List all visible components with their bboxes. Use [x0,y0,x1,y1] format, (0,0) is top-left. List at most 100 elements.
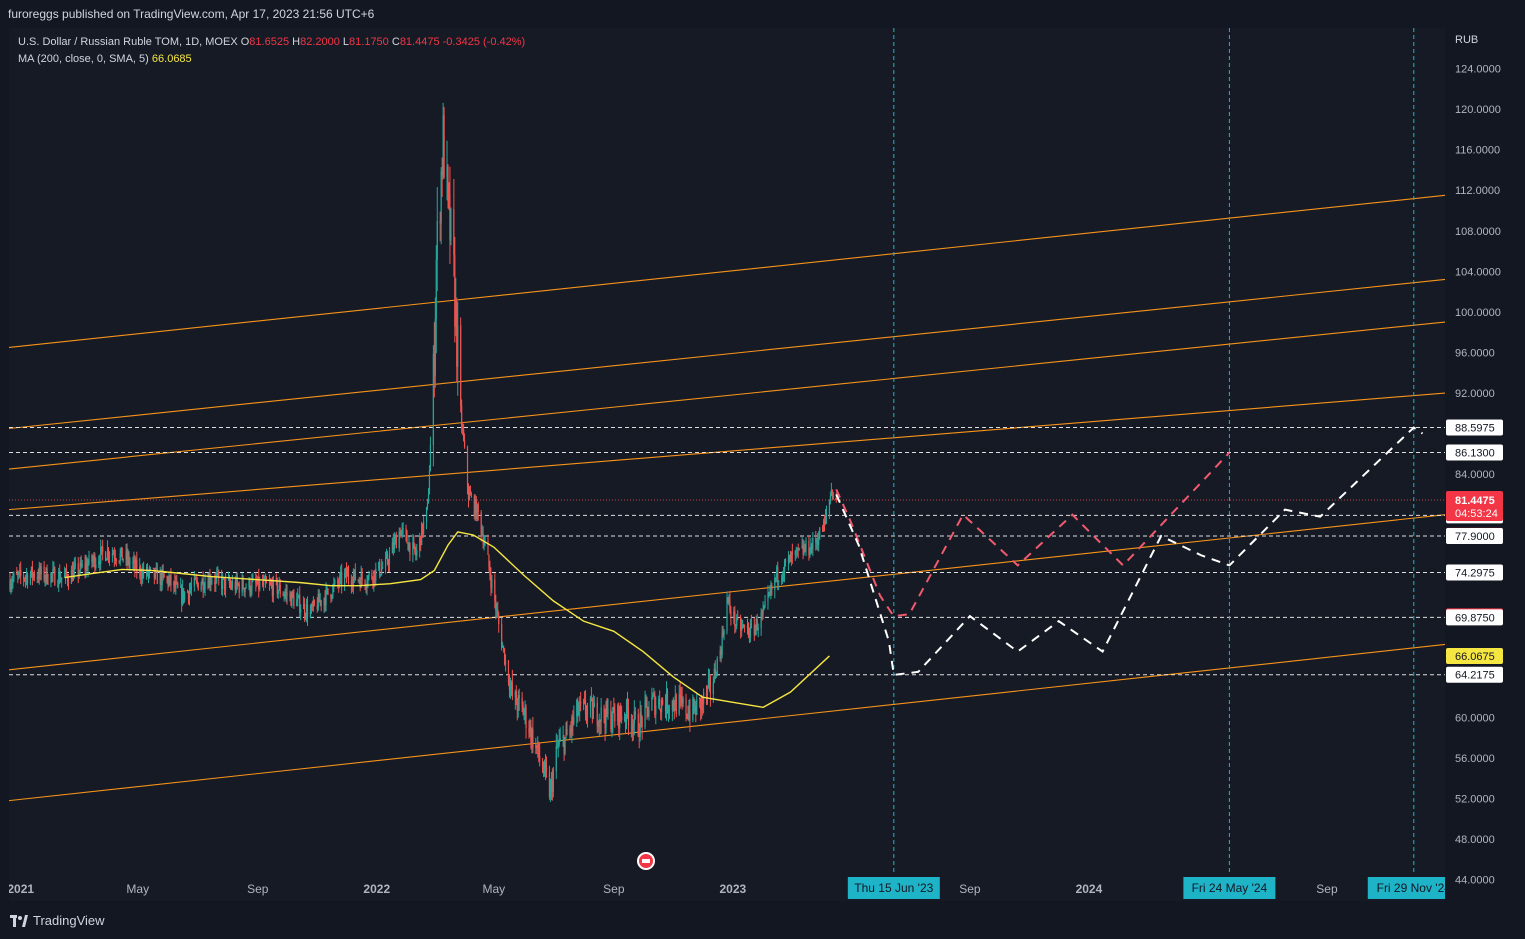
price-chart-canvas[interactable] [9,28,1445,900]
candle-body-10 [23,575,25,579]
us-flag-event-icon[interactable] [637,852,655,870]
candle-body-354 [491,579,493,588]
candle-body-428 [592,706,594,719]
candle-body-484 [668,709,671,711]
open-label: O [240,36,250,48]
candle-body-12 [24,577,27,580]
candle-body-81 [119,553,121,562]
candle-body-122 [175,582,177,589]
candle-body-599 [825,513,828,516]
candle-body-274 [382,567,384,568]
candle-body-531 [734,611,736,626]
candle-body-210 [296,599,298,607]
candle-body-419 [580,701,582,704]
price-axis[interactable]: 44.0000 48.0000 52.0000 56.0000 60.0000 84.00… [1445,28,1525,900]
candle-body-557 [769,592,771,594]
candle-body-355 [494,579,496,601]
candle-body-345 [480,512,482,534]
candle-body-48 [73,565,75,570]
candle-body-51 [78,571,80,576]
candle-body-234 [327,588,329,595]
candle-body-443 [613,707,615,714]
candle-body-164 [231,581,233,588]
candle-body-546 [754,627,756,635]
candle-body-518 [715,675,717,677]
candle-body-564 [778,580,780,583]
candle-body-237 [332,586,334,597]
candle-body-568 [783,560,786,574]
candle-body-574 [791,552,793,555]
candle-body-199 [279,584,281,594]
candle-body-132 [188,590,191,599]
candle-body-407 [564,737,566,754]
symbol-legend-row: U.S. Dollar / Russian Ruble TOM, 1D, MOE… [18,34,525,51]
candle-body-29 [47,582,49,584]
candle-body-277 [386,555,389,563]
chart-area[interactable] [9,28,1445,900]
high-label: H [292,36,301,48]
candle-body-589 [812,538,814,550]
candle-body-140 [200,584,202,591]
candle-body-42 [65,569,68,576]
candle-body-479 [662,699,664,705]
candle-body-44 [67,581,70,584]
candle-body-264 [368,573,370,577]
candle-body-528 [729,599,731,611]
candle-body-28 [46,568,48,583]
candle-body-414 [573,716,575,724]
price-tick-10: 108.0000 [1455,226,1501,238]
candle-body-339 [470,495,473,497]
candle-body-178 [251,581,253,592]
candle-body-399 [552,771,554,792]
time-highlight-0: Thu 15 Jun '23 [854,881,933,895]
candle-body-32 [52,568,54,575]
candle-body-321 [447,166,449,187]
candle-body-67 [100,547,102,564]
candle-body-471 [652,694,654,698]
candle-body-117 [168,579,170,586]
candle-body-604 [832,495,834,498]
time-axis[interactable]: 2021 May Sep 2022 May Sep 2023 Sep 2024 Sep Thu 15… [9,873,1445,901]
price-label-8: 66.0675 [1455,651,1495,663]
candle-body-90 [132,562,134,564]
candle-body-585 [808,540,810,555]
price-tick-2: 52.0000 [1455,794,1495,806]
candle-body-469 [648,710,650,717]
candle-body-322 [448,186,450,195]
candle-body-490 [678,694,680,715]
time-tick-1: May [126,882,149,896]
brand[interactable]: TradingView [10,913,105,928]
candle-body-524 [723,631,725,635]
candle-body-351 [488,554,490,568]
candle-body-232 [325,588,327,606]
candle-body-59 [88,555,90,564]
candle-body-307 [427,493,430,503]
candle-body-69 [102,546,104,553]
candle-body-476 [659,699,661,709]
candle-body-332 [462,426,464,430]
candle-body-552 [762,609,764,615]
candle-body-329 [457,325,459,367]
candle-body-457 [632,723,634,731]
candle-body-474 [655,705,657,715]
candle-body-375 [521,698,523,706]
brand-name: TradingView [33,913,105,928]
candle-body-176 [249,579,251,593]
price-tick-0: 44.0000 [1455,875,1495,887]
candle-body-460 [637,714,639,737]
open-value: 81.6525 [249,36,290,48]
candle-body-359 [498,615,500,625]
candle-body-465 [644,701,646,727]
candle-body-134 [190,586,193,589]
high-value: 82.2000 [300,36,340,48]
candle-body-389 [539,756,541,761]
candle-body-133 [189,588,192,591]
candle-body-454 [627,710,630,725]
price-label-7: 69.8750 [1455,612,1495,624]
candle-body-388 [538,742,540,757]
ma-value: 66.0685 [151,53,192,65]
candle-body-365 [507,660,510,683]
candle-body-522 [721,633,723,655]
candle-body-364 [504,660,507,664]
candle-body-78 [114,557,116,560]
